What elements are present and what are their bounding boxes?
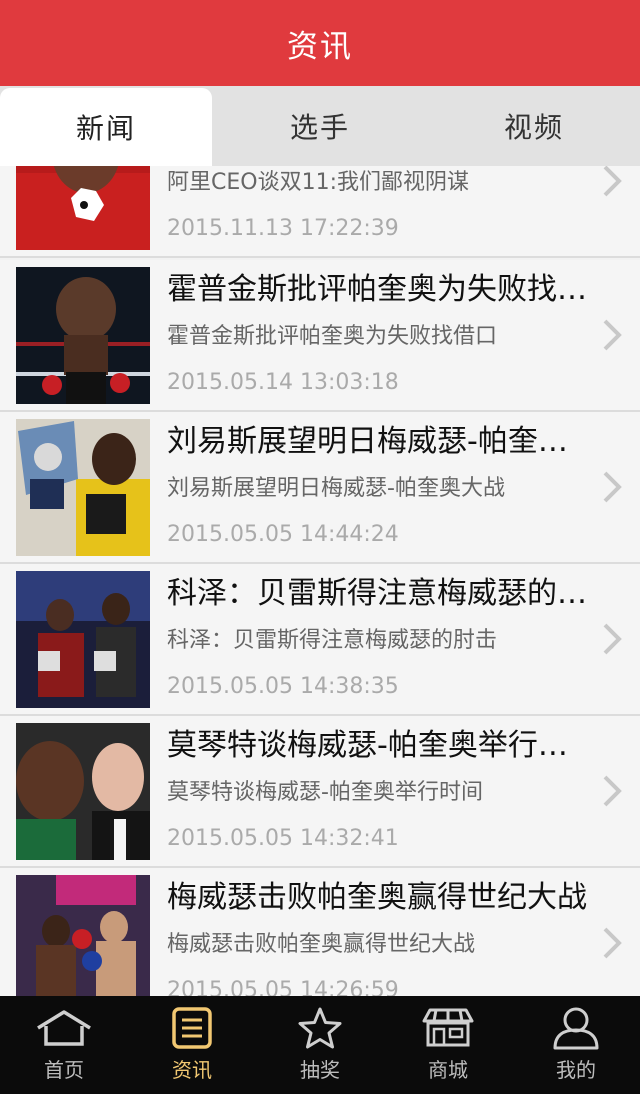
tabbar-label: 资讯: [172, 1058, 212, 1082]
news-title: 刘易斯展望明日梅威瑟-帕奎奥大战: [167, 424, 587, 459]
chevron-right-icon: [603, 927, 622, 959]
news-summary: 梅威瑟击败帕奎奥赢得世纪大战: [167, 932, 476, 957]
page-title: 资讯: [287, 28, 353, 65]
tabbar-item-lottery[interactable]: 抽奖: [256, 996, 384, 1094]
news-thumbnail: [16, 875, 150, 996]
news-item[interactable]: 梅威瑟击败帕奎奥赢得世纪大战 梅威瑟击败帕奎奥赢得世纪大战 2015.05.05…: [0, 868, 640, 996]
chevron-right-icon: [603, 775, 622, 807]
category-tabs: 新闻 选手 视频: [0, 86, 640, 166]
tabbar-item-profile[interactable]: 我的: [512, 996, 640, 1094]
news-title: 霍普金斯批评帕奎奥为失败找借口: [167, 272, 587, 307]
news-thumbnail: [16, 267, 150, 404]
news-item[interactable]: 刘易斯展望明日梅威瑟-帕奎奥大战 刘易斯展望明日梅威瑟-帕奎奥大战 2015.0…: [0, 412, 640, 564]
tabbar-label: 我的: [556, 1058, 596, 1082]
tab-news[interactable]: 新闻: [0, 88, 212, 166]
news-date: 2015.11.13 17:22:39: [167, 216, 399, 241]
bottom-tabbar: 首页 资讯 抽奖 商城 我的: [0, 996, 640, 1094]
news-date: 2015.05.14 13:03:18: [167, 370, 399, 395]
tab-players[interactable]: 选手: [214, 86, 426, 166]
chevron-right-icon: [603, 319, 622, 351]
news-item[interactable]: 阿里CEO谈双11:我们鄙视阴谋 2015.11.13 17:22:39: [0, 166, 640, 258]
news-list[interactable]: 阿里CEO谈双11:我们鄙视阴谋 2015.11.13 17:22:39 霍普金…: [0, 166, 640, 996]
news-date: 2015.05.05 14:38:35: [167, 674, 399, 699]
store-icon: [418, 1006, 478, 1050]
tabbar-label: 首页: [44, 1058, 84, 1082]
tabbar-label: 商城: [428, 1058, 468, 1082]
news-date: 2015.05.05 14:32:41: [167, 826, 399, 851]
news-thumbnail: [16, 571, 150, 708]
news-item[interactable]: 科泽：贝雷斯得注意梅威瑟的肘击 科泽：贝雷斯得注意梅威瑟的肘击 2015.05.…: [0, 564, 640, 716]
tab-label: 视频: [503, 111, 564, 144]
tab-videos[interactable]: 视频: [428, 86, 640, 166]
chevron-right-icon: [603, 623, 622, 655]
tabbar-label: 抽奖: [300, 1058, 340, 1082]
news-item[interactable]: 莫琴特谈梅威瑟-帕奎奥举行时间 莫琴特谈梅威瑟-帕奎奥举行时间 2015.05.…: [0, 716, 640, 868]
news-date: 2015.05.05 14:44:24: [167, 522, 399, 547]
header-bar: 资讯: [0, 0, 640, 86]
tabbar-item-home[interactable]: 首页: [0, 996, 128, 1094]
news-thumbnail: [16, 419, 150, 556]
news-item[interactable]: 霍普金斯批评帕奎奥为失败找借口 霍普金斯批评帕奎奥为失败找借口 2015.05.…: [0, 260, 640, 412]
star-icon: [290, 1006, 350, 1050]
news-thumbnail: [16, 723, 150, 860]
news-title: 科泽：贝雷斯得注意梅威瑟的肘击: [167, 576, 587, 611]
tabbar-item-news[interactable]: 资讯: [128, 996, 256, 1094]
tabbar-item-store[interactable]: 商城: [384, 996, 512, 1094]
news-summary: 科泽：贝雷斯得注意梅威瑟的肘击: [167, 628, 498, 653]
home-icon: [34, 1006, 94, 1050]
news-title: 梅威瑟击败帕奎奥赢得世纪大战: [167, 880, 587, 915]
news-summary: 刘易斯展望明日梅威瑟-帕奎奥大战: [167, 476, 505, 501]
tab-label: 新闻: [75, 112, 136, 145]
news-date: 2015.05.05 14:26:59: [167, 978, 399, 996]
chevron-right-icon: [603, 166, 622, 197]
tab-label: 选手: [289, 111, 350, 144]
news-thumbnail: [16, 166, 150, 250]
news-summary: 阿里CEO谈双11:我们鄙视阴谋: [167, 170, 469, 195]
chevron-right-icon: [603, 471, 622, 503]
news-summary: 霍普金斯批评帕奎奥为失败找借口: [167, 324, 498, 349]
user-icon: [546, 1006, 606, 1050]
news-summary: 莫琴特谈梅威瑟-帕奎奥举行时间: [167, 780, 483, 805]
news-title: 莫琴特谈梅威瑟-帕奎奥举行时间: [167, 728, 587, 763]
news-icon: [162, 1006, 222, 1050]
